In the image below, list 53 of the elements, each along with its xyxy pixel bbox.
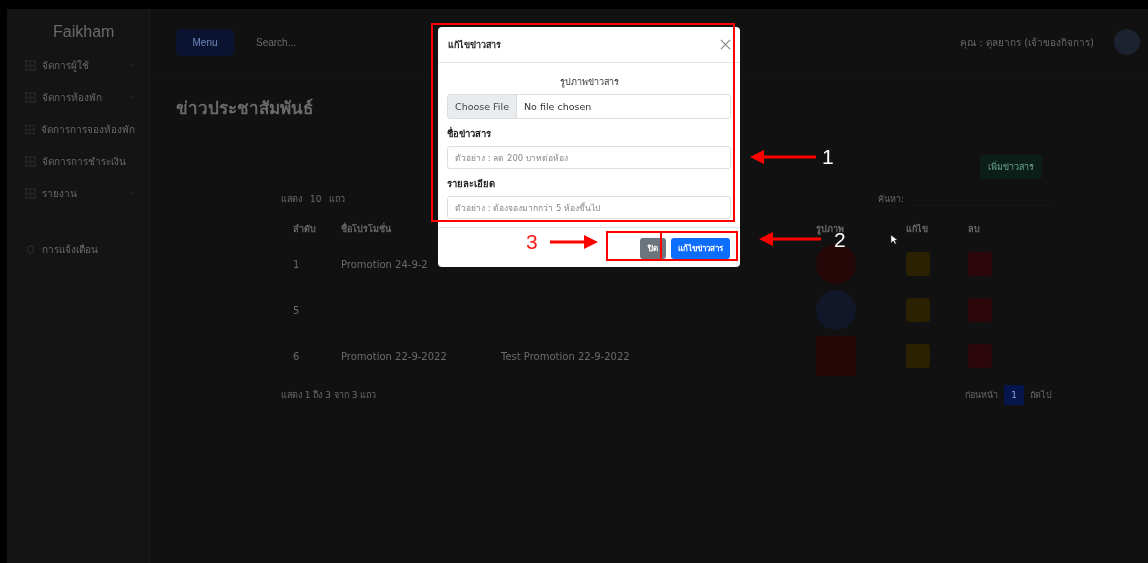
callout-number: 1	[822, 146, 834, 167]
delete-button[interactable]	[968, 343, 992, 368]
field-label: ชื่อข่าวสาร	[447, 126, 492, 141]
arrow	[750, 150, 816, 164]
length-label: แถว	[329, 193, 346, 206]
edit-button[interactable]	[906, 251, 930, 276]
callout-number: 3	[526, 231, 538, 252]
add-news-button[interactable]: เพิ่มข่าวสาร	[980, 155, 1042, 179]
table-cell: Test Promotion 22-9-2022	[501, 350, 630, 362]
sidebar-item[interactable]: จัดการการชำระเงิน	[25, 151, 149, 171]
close-button[interactable]: ปิด	[640, 238, 666, 259]
page-title: ข่าวประชาสัมพันธ์	[176, 97, 313, 120]
submit-button[interactable]: แก้ไขข่าวสาร	[671, 238, 730, 259]
page-link[interactable]: 1	[1004, 385, 1024, 405]
delete-button[interactable]	[968, 297, 992, 322]
previous-link[interactable]: ก่อนหน้า	[965, 388, 999, 402]
column-header[interactable]: รูปภาพ	[816, 222, 906, 236]
next-link[interactable]: ถัดไป	[1030, 388, 1052, 402]
input-field[interactable]: ตัวอย่าง : ลด 200 บาทต่อห้อง	[447, 146, 731, 169]
menu-button[interactable]: Menu	[176, 28, 234, 56]
user-name[interactable]: คุณ : ดุลยากร (เจ้าของกิจการ)	[960, 34, 1094, 50]
column-header[interactable]: ลบ	[968, 222, 1018, 236]
edit-button[interactable]	[906, 297, 930, 322]
sidebar-item[interactable]: จัดการผู้ใช้	[25, 55, 149, 75]
table-info: แสดง 1 ถึง 3 จาก 3 แถว	[281, 389, 377, 402]
search-field[interactable]: Search...	[254, 35, 358, 49]
app-logo[interactable]: Faikham	[25, 23, 115, 41]
input-field[interactable]: ตัวอย่าง : ต้องจองมากกว่า 5 ห้องขึ้นไป	[447, 196, 731, 219]
sidebar-item[interactable]: การแจ้งเตือน	[25, 239, 149, 259]
delete-button[interactable]	[968, 251, 992, 276]
length-select[interactable]: 10	[310, 194, 322, 204]
field-label: รายละเอียด	[447, 177, 496, 191]
cursor-icon	[890, 234, 898, 245]
dialog-title: แก้ไขข่าวสาร	[448, 38, 501, 52]
file-input[interactable]: Choose File No file chosen	[447, 94, 731, 119]
column-header[interactable]: แก้ไข	[906, 222, 968, 236]
sidebar-item[interactable]: รายงาน	[25, 183, 149, 203]
length-label: แสดง	[281, 193, 302, 206]
highlight-frame	[606, 231, 662, 261]
column-header[interactable]: ลำดับ	[281, 222, 341, 236]
avatar[interactable]	[1114, 29, 1140, 55]
edit-button[interactable]	[906, 343, 930, 368]
table-cell: Promotion 22-9-2022	[341, 350, 447, 362]
table-cell: Promotion 24-9-2	[341, 258, 428, 270]
table-cell: 5	[293, 304, 300, 316]
sidebar-item[interactable]: จัดการห้องพัก	[25, 87, 149, 107]
table-cell: 6	[293, 350, 300, 362]
search-label: ค้นหา:	[877, 193, 904, 206]
field-label: รูปภาพข่าวสาร	[559, 76, 619, 89]
arrow	[550, 235, 598, 249]
sidebar-item[interactable]: จัดการการจองห้องพัก	[25, 119, 149, 139]
table-cell: 1	[293, 258, 300, 270]
close-icon[interactable]	[720, 39, 731, 50]
